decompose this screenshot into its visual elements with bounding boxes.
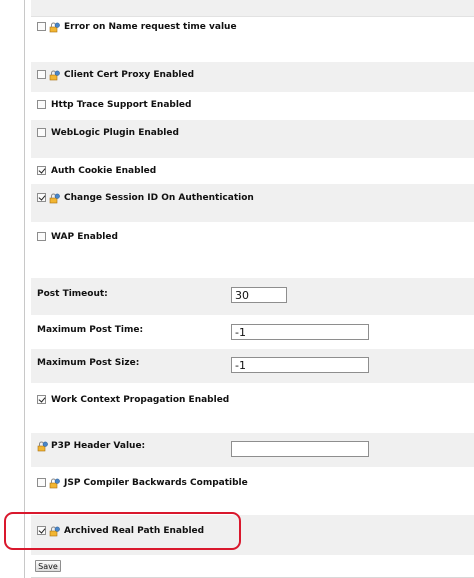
row-http-trace: Http Trace Support Enabled	[31, 92, 474, 120]
post-timeout-label: Post Timeout:	[37, 289, 108, 299]
lock-gear-icon	[37, 441, 48, 452]
p3p-header-input[interactable]	[231, 441, 369, 457]
wap-checkbox[interactable]	[37, 232, 46, 241]
post-timeout-input[interactable]	[231, 287, 287, 303]
auth-cookie-label: Auth Cookie Enabled	[51, 166, 157, 176]
separator	[31, 16, 474, 17]
http-trace-label: Http Trace Support Enabled	[51, 100, 192, 110]
jsp-compiler-label: JSP Compiler Backwards Compatible	[64, 478, 248, 488]
row-auth-cookie: Auth Cookie Enabled	[31, 158, 474, 184]
row-change-session-id: Change Session ID On Authentication	[31, 184, 474, 222]
max-post-time-input[interactable]	[231, 324, 369, 340]
p3p-header-label: P3P Header Value:	[51, 441, 146, 451]
row-max-post-size: Maximum Post Size:	[31, 349, 474, 383]
row-post-timeout: Post Timeout:	[31, 278, 474, 315]
max-post-size-input[interactable]	[231, 357, 369, 373]
jsp-compiler-checkbox[interactable]	[37, 478, 46, 487]
row-max-post-time: Maximum Post Time:	[31, 315, 474, 349]
left-border	[24, 0, 25, 578]
change-session-id-label: Change Session ID On Authentication	[64, 193, 254, 203]
weblogic-plugin-label: WebLogic Plugin Enabled	[51, 128, 179, 138]
highlight-annotation	[4, 512, 241, 550]
lock-gear-icon	[49, 22, 60, 33]
row-weblogic-plugin: WebLogic Plugin Enabled	[31, 120, 474, 158]
save-button[interactable]: Save	[35, 560, 61, 572]
lock-gear-icon	[49, 193, 60, 204]
row-top-shade	[31, 0, 474, 16]
error-on-name-request-label: Error on Name request time value	[64, 22, 237, 32]
work-context-checkbox[interactable]	[37, 395, 46, 404]
error-on-name-request-checkbox[interactable]	[37, 22, 46, 31]
http-trace-checkbox[interactable]	[37, 100, 46, 109]
lock-gear-icon	[49, 478, 60, 489]
client-cert-proxy-checkbox[interactable]	[37, 70, 46, 79]
change-session-id-checkbox[interactable]	[37, 193, 46, 202]
wap-label: WAP Enabled	[51, 232, 118, 242]
client-cert-proxy-label: Client Cert Proxy Enabled	[64, 70, 195, 80]
lock-gear-icon	[49, 70, 60, 81]
row-wap: WAP Enabled	[31, 222, 474, 278]
auth-cookie-checkbox[interactable]	[37, 166, 46, 175]
row-error-on-name-request: Error on Name request time value	[31, 22, 474, 62]
work-context-label: Work Context Propagation Enabled	[51, 395, 230, 405]
row-jsp-compiler: JSP Compiler Backwards Compatible	[31, 467, 474, 515]
max-post-size-label: Maximum Post Size:	[37, 358, 140, 368]
row-p3p-header: P3P Header Value:	[31, 433, 474, 467]
row-work-context: Work Context Propagation Enabled	[31, 383, 474, 433]
weblogic-plugin-checkbox[interactable]	[37, 128, 46, 137]
row-client-cert-proxy: Client Cert Proxy Enabled	[31, 62, 474, 92]
max-post-time-label: Maximum Post Time:	[37, 325, 144, 335]
